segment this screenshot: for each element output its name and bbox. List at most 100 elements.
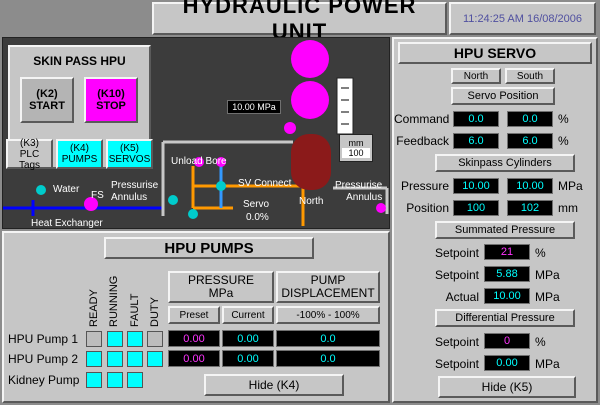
position-north: 100 [453, 200, 499, 216]
pump-1-current: 0.00 [222, 330, 274, 347]
level-unit: mm [348, 138, 364, 148]
command-label: Command [394, 112, 450, 126]
diff-setpoint-2-label: Setpoint [434, 357, 479, 371]
pumps-title: HPU PUMPS [104, 237, 314, 259]
pump-2-name: HPU Pump 2 [8, 352, 79, 366]
valve-icon [188, 209, 198, 219]
pressure-south: 10.00 [507, 178, 553, 194]
pressure-unit: MPa [558, 179, 583, 193]
displacement-header: PUMP DISPLACEMENT [276, 271, 380, 303]
north-label: North [299, 196, 324, 207]
page-title-panel: HYDRAULIC POWER UNIT [152, 0, 447, 44]
valve-icon [376, 203, 386, 213]
diff-setpoint-1-label: Setpoint [434, 335, 479, 349]
sum-setpoint-1[interactable]: 21 [484, 244, 530, 260]
valve-icon [168, 195, 178, 205]
servo-value: 0.0% [246, 212, 269, 223]
position-label: Position [406, 201, 449, 215]
hide-servo-button[interactable]: Hide (K5) [438, 376, 576, 398]
pump-1-duty [147, 331, 163, 347]
status-header-ready: READY [88, 289, 100, 327]
sum-setpoint-2-label: Setpoint [434, 268, 479, 282]
actual-label: Actual [445, 290, 479, 304]
pressurise-annulus-right: Pressurise Annulus [335, 180, 383, 203]
pump-1-fault [127, 331, 143, 347]
pressurise-annulus-left: Pressurise Annulus [111, 180, 159, 203]
level-gauge [336, 77, 354, 135]
kidney-pump-ready [86, 372, 102, 388]
diff-setpoint-2-unit: MPa [535, 357, 560, 371]
position-unit: mm [558, 201, 578, 215]
servo-south-header: South [505, 68, 555, 84]
pump-1-running [107, 331, 123, 347]
command-unit: % [558, 112, 569, 126]
pump-1-preset[interactable]: 0.00 [168, 330, 220, 347]
water-label: Water [53, 184, 80, 195]
differential-pressure-header: Differential Pressure [435, 309, 575, 327]
diff-setpoint-1[interactable]: 0 [484, 333, 530, 349]
datetime-panel: 11:24:25 AM 16/08/2006 [449, 2, 596, 35]
servo-panel: HPU SERVO North South Servo Position Com… [392, 37, 598, 403]
kidney-pump-running [107, 372, 123, 388]
feedback-north: 6.0 [453, 133, 499, 149]
servo-position-header: Servo Position [451, 87, 555, 105]
sum-setpoint-2-unit: MPa [535, 268, 560, 282]
level-value: 100 [342, 148, 370, 158]
position-south: 102 [507, 200, 553, 216]
kidney-pump-name: Kidney Pump [8, 373, 80, 387]
kidney-pump-fault [127, 372, 143, 388]
pump-2-fault [127, 351, 143, 367]
datetime: 11:24:25 AM 16/08/2006 [462, 12, 583, 25]
servo-title: HPU SERVO [398, 42, 592, 64]
pump-2-ready [86, 351, 102, 367]
schematic-area: SKIN PASS HPU (K2) START (K10) STOP (K3)… [2, 37, 390, 229]
sum-setpoint-1-label: Setpoint [434, 246, 479, 260]
diff-setpoint-1-unit: % [535, 335, 546, 349]
north-tank [291, 134, 331, 190]
preset-header: Preset [168, 306, 220, 324]
sum-setpoint-1-unit: % [535, 246, 546, 260]
accumulator-top [291, 40, 329, 78]
command-south: 0.0 [507, 111, 553, 127]
pump-2-displacement: 0.0 [276, 350, 380, 367]
feedback-label: Feedback [396, 134, 449, 148]
unload-bore-label: Unload Bore [171, 156, 227, 167]
hide-pumps-button[interactable]: Hide (K4) [204, 374, 344, 396]
level-display: mm 100 [339, 134, 373, 162]
valve-icon [36, 185, 46, 195]
sum-setpoint-2: 5.88 [484, 266, 530, 282]
hydraulic-schematic [3, 40, 389, 226]
pump-2-current: 0.00 [222, 350, 274, 367]
pump-1-ready [86, 331, 102, 347]
pumps-panel: HPU PUMPS READY RUNNING FAULT DUTY PRESS… [2, 231, 390, 403]
pressure-header: PRESSURE MPa [168, 271, 274, 303]
skinpass-cylinders-header: Skinpass Cylinders [435, 154, 575, 172]
accumulator-bottom [291, 81, 329, 119]
pump-1-displacement: 0.0 [276, 330, 380, 347]
valve-icon [216, 181, 226, 191]
servo-north-header: North [451, 68, 501, 84]
heat-exchanger-label: Heat Exchanger [31, 218, 103, 229]
fs-label: FS [91, 190, 104, 201]
feedback-south: 6.0 [507, 133, 553, 149]
status-header-duty: DUTY [149, 297, 161, 327]
summated-pressure-header: Summated Pressure [435, 221, 575, 239]
accumulator-pressure: 10.00 MPa [227, 100, 281, 114]
command-north: 0.0 [453, 111, 499, 127]
actual-value: 10.00 [484, 288, 530, 304]
actual-unit: MPa [535, 290, 560, 304]
status-header-running: RUNNING [108, 275, 120, 327]
pump-2-duty [147, 351, 163, 367]
servo-label: Servo [243, 199, 270, 210]
range-header: -100% - 100% [276, 306, 380, 324]
pump-1-name: HPU Pump 1 [8, 332, 79, 346]
pressure-label: Pressure [400, 179, 449, 193]
sv-connect-label: SV Connect [238, 178, 292, 189]
pressure-north: 10.00 [453, 178, 499, 194]
pump-2-running [107, 351, 123, 367]
pump-2-preset[interactable]: 0.00 [168, 350, 220, 367]
diff-setpoint-2: 0.00 [484, 355, 530, 371]
status-header-fault: FAULT [129, 293, 141, 327]
feedback-unit: % [558, 134, 569, 148]
current-header: Current [222, 306, 274, 324]
